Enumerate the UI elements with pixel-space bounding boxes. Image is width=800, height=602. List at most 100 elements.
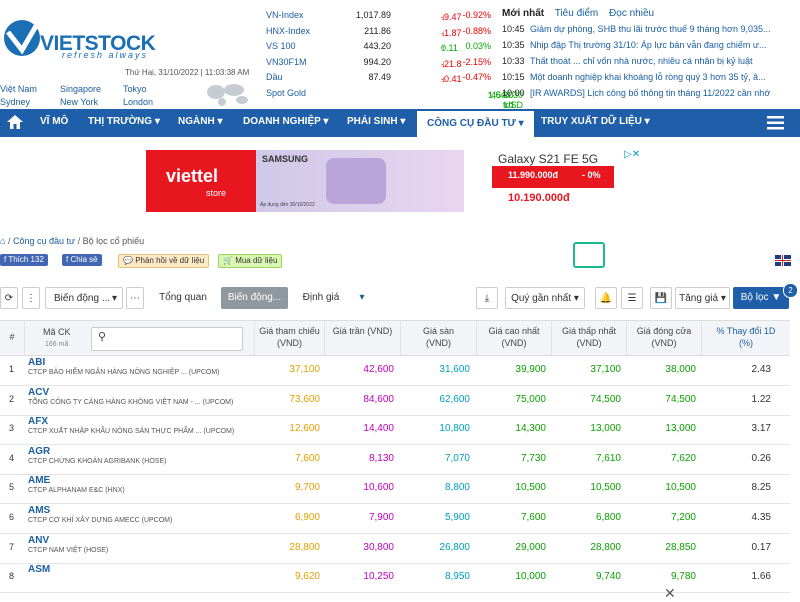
news-item[interactable]: 10:15 Một doanh nghiệp khai khoáng lỗ ròn… [502,72,797,87]
news-item[interactable]: 10:45 Giảm dự phòng, SHB thu lãi trước th… [502,24,797,39]
news-title[interactable]: Giảm dự phòng, SHB thu lãi trước thuế 9 … [530,24,771,34]
vietstock-logo-icon[interactable] [2,18,42,58]
tab-overview[interactable]: Tổng quan [152,287,214,309]
index-row[interactable]: VN-Index 1,017.89 -9.47 ↓ -0.92% [266,8,491,23]
table-row[interactable]: 5 AME CTCP ALPHANAM E&C (HNX) 9,700 10,600 8,… [0,473,790,505]
news-title[interactable]: Thất thoát ... chỉ vốn nhà nước, nhiều c… [530,56,753,66]
tab-highlight-news[interactable]: Tiêu điểm [555,8,599,19]
index-row[interactable]: Dầu 87.49 -0.41 ↓ -0.47% [266,70,491,85]
stock-symbol[interactable]: AMS [28,505,50,516]
col-ceiling-price[interactable]: Giá trần (VND) [324,321,400,355]
nav-derivatives[interactable]: PHÁI SINH ▾ [347,109,405,137]
save-icon: 💾 [654,293,668,304]
more-horizontal-icon: ⋯ [130,293,140,304]
news-title[interactable]: Một doanh nghiệp khai khoáng lỗ ròng quý… [530,72,766,82]
index-name: VN30F1M [266,56,307,67]
table-row[interactable]: 1 ABI CTCP BẢO HIỂM NGÂN HÀNG NÔNG NGHIỆP … [0,355,790,386]
more-vertical-button[interactable]: ⋮ [22,287,40,309]
facebook-like-button[interactable]: f Thích 132 [0,254,48,266]
filter-select[interactable]: Biến động ... ▾ [45,287,123,309]
index-row[interactable]: Spot Gold 1,644.30 USD - 45.10 trđ [266,86,523,110]
news-title[interactable]: [IR AWARDS] Lịch công bố thông tin tháng… [530,88,770,98]
nav-investment-tools[interactable]: CÔNG CỤ ĐẦU TƯ ▾ [417,109,534,139]
ad-price-old: 11.990.000đ [508,170,559,180]
stock-symbol[interactable]: AGR [28,446,50,457]
table-row[interactable]: 6 AMS CTCP CƠ KHÍ XÂY DỰNG AMECC (UPCOM) 6,… [0,503,790,534]
city-singapore[interactable]: Singapore [60,84,101,94]
table-row[interactable]: 2 ACV TỔNG CÔNG TY CẢNG HÀNG KHÔNG VIỆT NA… [0,385,790,416]
ad-person-image [326,158,386,204]
download-button[interactable]: ⤓ [476,287,498,309]
col-reference-price[interactable]: Giá tham chiếu (VND) [254,321,324,355]
uk-flag-icon[interactable] [775,255,791,266]
download-icon: ⤓ [484,293,490,304]
stock-symbol[interactable]: ACV [28,387,49,398]
symbol-search-input[interactable]: ⚲ [91,327,243,351]
ad-banner[interactable]: viettel store SAMSUNG Áp dụng đến 30/10/… [146,149,643,212]
sort-select[interactable]: Tăng giá ▾ [675,287,730,309]
col-close-price[interactable]: Giá đóng cửa (VND) [626,321,701,355]
city-london[interactable]: London [123,97,153,107]
tab-volatility[interactable]: Biến động... [221,287,288,309]
city-vietnam[interactable]: Việt Nam [0,84,37,94]
tab-latest-news[interactable]: Mới nhất [502,8,544,19]
buy-data-button[interactable]: 🛒 Mua dữ liệu [218,254,283,268]
valuation-dropdown[interactable]: ▾ [353,287,371,309]
nav-data-retrieval[interactable]: TRUY XUẤT DỮ LIỆU ▾ [541,109,650,137]
breadcrumb-home-icon[interactable]: ⌂ [0,236,5,246]
ceiling-price: 42,600 [363,364,394,375]
stock-symbol[interactable]: AFX [28,416,48,427]
floating-chat-widget[interactable] [573,242,605,268]
index-row[interactable]: VN30F1M 994.20 -21.8 ↓ -2.15% [266,55,491,70]
feedback-button[interactable]: 💬 Phản hồi về dữ liệu [118,254,210,268]
low-price: 13,000 [590,423,621,435]
stock-symbol[interactable]: ANV [28,535,49,546]
breadcrumb-investment-tools[interactable]: Công cụ đầu tư [13,236,75,246]
tab-most-read-news[interactable]: Đọc nhiều [609,8,654,19]
news-item[interactable]: 10:00 [IR AWARDS] Lịch công bố thông tin … [502,88,797,103]
stock-symbol[interactable]: ABI [28,357,45,368]
city-tokyo[interactable]: Tokyo [123,84,147,94]
tab-valuation[interactable]: Định giá [295,287,347,309]
symbol-count: 166 mã [45,341,69,348]
col-low-price[interactable]: Giá thấp nhất (VND) [551,321,626,355]
index-percent: 0.03% [465,41,491,51]
alert-button[interactable]: 🔔 [595,287,617,309]
col-change-1d[interactable]: % Thay đổi 1D (%) [701,321,790,355]
table-row[interactable]: 3 AFX CTCP XUẤT NHẬP KHẨU NÔNG SẢN THỰC PH… [0,414,790,446]
home-icon[interactable] [7,115,23,129]
index-row[interactable]: VS 100 443.20 0.11 ↑ 0.03% [266,39,491,54]
col-floor-price[interactable]: Giá sàn (VND) [400,321,476,355]
hamburger-menu-icon[interactable] [767,116,784,130]
close-icon[interactable]: ✕ [664,585,676,602]
share-label: Chia sẻ [70,255,98,264]
refresh-button[interactable]: ⟳ [0,287,18,309]
filter-button[interactable]: Bộ lọc ▼ [733,287,789,309]
floor-price: 5,900 [444,512,470,523]
nav-sector[interactable]: NGÀNH ▾ [178,109,222,137]
index-value: 1,017.89 [355,10,391,20]
nav-macro[interactable]: VĨ MÔ [40,109,68,137]
news-title[interactable]: Nhịp đập Thị trường 31/10: Áp lực bán vẫ… [530,40,766,50]
period-select[interactable]: Quý gần nhất ▾ [505,287,585,309]
news-item[interactable]: 10:35 Nhịp đập Thị trường 31/10: Áp lực b… [502,40,797,55]
close-price: 38,000 [665,364,696,375]
nav-enterprise[interactable]: DOANH NGHIỆP ▾ [243,109,328,137]
table-row[interactable]: 4 AGR CTCP CHỨNG KHOÁN AGRIBANK (HOSE) 7,60… [0,444,790,475]
stock-symbol[interactable]: ASM [28,564,50,575]
stock-symbol[interactable]: AME [28,475,50,486]
company-name: CTCP BẢO HIỂM NGÂN HÀNG NÔNG NGHIỆP ... … [28,369,220,376]
index-row[interactable]: HNX-Index 211.86 -1.87 ↓ -0.88% [266,24,491,39]
ad-choices-icon[interactable]: ▷✕ [624,149,640,160]
bell-icon: 🔔 [599,293,613,304]
nav-market[interactable]: THỊ TRƯỜNG ▾ [88,109,160,137]
list-view-button[interactable]: ☰ [621,287,643,309]
save-button[interactable]: 💾 [650,287,672,309]
table-row[interactable]: 7 ANV CTCP NAM VIỆT (HOSE) 28,800 30,800 26,8… [0,533,790,564]
city-newyork[interactable]: New York [60,97,98,107]
news-item[interactable]: 10:33 Thất thoát ... chỉ vốn nhà nước, nh… [502,56,797,71]
col-high-price[interactable]: Giá cao nhất (VND) [476,321,551,355]
facebook-share-button[interactable]: f Chia sẻ [62,254,102,266]
more-horizontal-button[interactable]: ⋯ [126,287,144,309]
city-sydney[interactable]: Sydney [0,97,30,107]
